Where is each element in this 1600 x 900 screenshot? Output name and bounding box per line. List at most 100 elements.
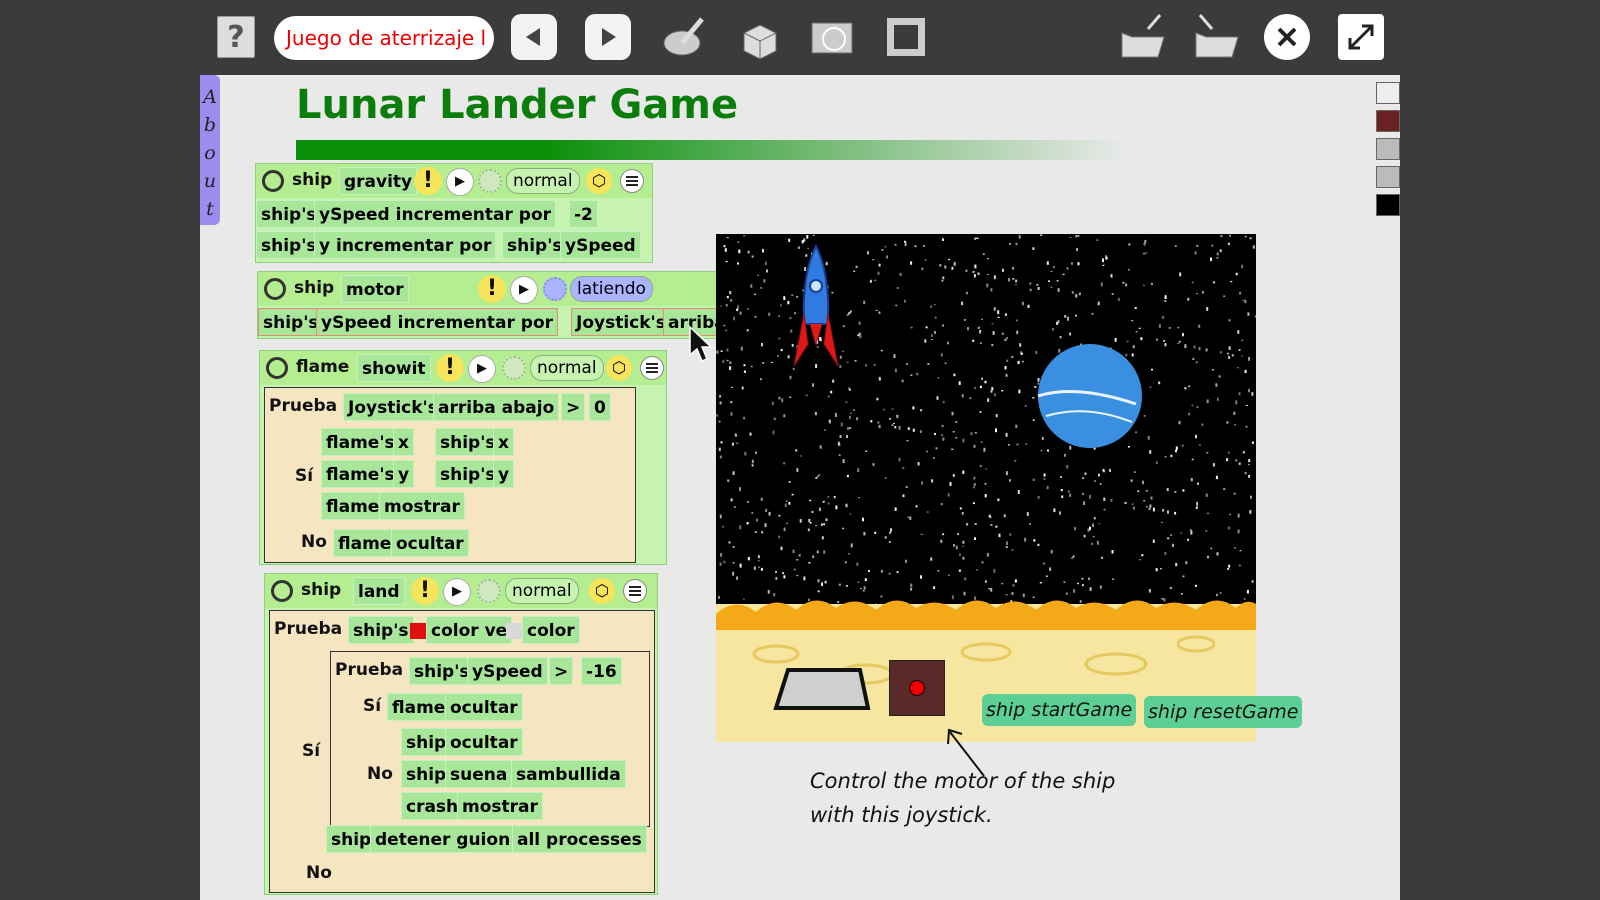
tile-property[interactable]: color [522, 616, 580, 644]
tile-command[interactable]: mostrar [379, 492, 465, 520]
tab-thumbnail[interactable] [1376, 166, 1400, 188]
color-swatch-red[interactable] [410, 623, 426, 639]
tile-object[interactable]: ship's [256, 231, 322, 259]
tile-sound[interactable]: sambullida [511, 760, 626, 788]
joystick-knob[interactable] [909, 680, 925, 696]
tile-object[interactable]: ship's [256, 200, 322, 228]
script-status[interactable]: latiendo [570, 276, 653, 302]
reset-game-button[interactable]: ship resetGame [1144, 696, 1303, 728]
expand-icon[interactable] [1338, 14, 1384, 60]
question-icon[interactable]: ? [217, 16, 255, 58]
script-expand-icon[interactable] [266, 357, 288, 379]
step-icon[interactable]: ▶ [443, 578, 471, 606]
joystick-thumbnail[interactable] [1376, 110, 1400, 132]
script-expand-icon[interactable] [264, 278, 286, 300]
joystick[interactable] [889, 660, 945, 716]
script-gravity[interactable]: ship gravity ! ▶ normal ⬡ ship's ySpeed … [255, 163, 653, 263]
about-flap[interactable]: A b o u t [200, 75, 220, 225]
script-expand-icon[interactable] [262, 170, 284, 192]
forward-icon[interactable] [585, 14, 631, 60]
script-menu-icon[interactable] [623, 579, 647, 603]
project-name-field[interactable]: Juego de aterrizaje l [274, 16, 494, 60]
tile-command[interactable]: suena [445, 760, 513, 788]
tile-object[interactable]: ship [326, 825, 377, 853]
start-game-button[interactable]: ship startGame [982, 694, 1137, 726]
tile-object[interactable]: ship's [435, 460, 501, 488]
close-icon[interactable] [1264, 14, 1310, 60]
tile-property[interactable]: y incrementar por [314, 231, 497, 259]
tile-property[interactable]: arriba abajo [433, 393, 560, 421]
clock-icon[interactable] [543, 277, 567, 301]
tile-value[interactable]: 0 [589, 393, 611, 421]
tile-command[interactable]: ocultar [391, 529, 469, 557]
rocket-thumbnail[interactable] [1376, 82, 1400, 104]
run-once-icon[interactable]: ! [436, 354, 464, 382]
load-project-icon[interactable] [1117, 10, 1167, 62]
object-menu-icon[interactable]: ⬡ [589, 578, 615, 604]
run-once-icon[interactable]: ! [411, 577, 439, 605]
tile-property[interactable]: ySpeed [467, 657, 548, 685]
tile-object[interactable]: flame [387, 693, 451, 721]
step-icon[interactable]: ▶ [446, 168, 474, 196]
script-expand-icon[interactable] [271, 580, 293, 602]
tile-option[interactable]: all processes [512, 825, 647, 853]
script-name[interactable]: gravity [339, 167, 418, 195]
tile-command[interactable]: ocultar [445, 728, 523, 756]
tile-object[interactable]: ship's [258, 308, 324, 336]
tile-command[interactable]: ocultar [445, 693, 523, 721]
script-showit[interactable]: flame showit ! ▶ normal ⬡ Prueba Joystic… [259, 350, 667, 565]
tile-object[interactable]: ship [401, 760, 452, 788]
script-status[interactable]: normal [530, 355, 604, 381]
script-name[interactable]: motor [341, 275, 409, 303]
clock-icon[interactable] [502, 356, 526, 380]
tile-object[interactable]: ship's [502, 231, 568, 259]
tile-property[interactable]: x [393, 428, 414, 456]
step-icon[interactable]: ▶ [510, 276, 538, 304]
tile-property[interactable]: x [493, 428, 514, 456]
object-menu-icon[interactable]: ⬡ [586, 168, 612, 194]
run-once-icon[interactable]: ! [478, 275, 506, 303]
clock-icon[interactable] [477, 579, 501, 603]
stage-thumbnail[interactable] [1376, 194, 1400, 216]
step-icon[interactable]: ▶ [468, 355, 496, 383]
script-menu-icon[interactable] [620, 169, 644, 193]
script-status[interactable]: normal [506, 168, 580, 194]
object-icon[interactable] [733, 12, 783, 62]
world-icon[interactable] [807, 12, 857, 62]
back-icon[interactable] [511, 14, 557, 60]
run-once-icon[interactable]: ! [414, 167, 442, 195]
script-name[interactable]: showit [357, 354, 431, 382]
tile-object[interactable]: flame [333, 529, 397, 557]
save-project-icon[interactable] [1191, 10, 1241, 62]
fullscreen-frame-icon[interactable] [881, 12, 931, 62]
tile-object[interactable]: flame's [321, 460, 400, 488]
tile-property[interactable]: ySpeed incrementar por [314, 200, 557, 228]
tile-object[interactable]: Joystick's [343, 393, 443, 421]
tile-object[interactable]: Joystick's [571, 308, 671, 336]
tile-value[interactable]: -16 [581, 657, 622, 685]
tile-object[interactable]: flame [321, 492, 385, 520]
tile-object[interactable]: ship's [409, 657, 475, 685]
tab-thumbnail[interactable] [1376, 138, 1400, 160]
tile-value[interactable]: -2 [569, 200, 598, 228]
tile-object[interactable]: flame's [321, 428, 400, 456]
rocket-ship[interactable] [793, 243, 839, 367]
tile-object[interactable]: ship's [348, 616, 414, 644]
paint-icon[interactable] [659, 12, 709, 62]
color-swatch-gray[interactable] [506, 623, 522, 639]
script-name[interactable]: land [353, 577, 405, 605]
tile-object[interactable]: ship's [435, 428, 501, 456]
tile-property[interactable]: ySpeed incrementar por [316, 308, 559, 336]
tile-operator[interactable]: > [561, 393, 586, 421]
tile-property[interactable]: y [493, 460, 515, 488]
clock-icon[interactable] [478, 169, 502, 193]
tile-object[interactable]: ship [401, 728, 452, 756]
tile-object[interactable]: crash [401, 792, 464, 820]
tile-operator[interactable]: > [549, 657, 574, 685]
tile-command[interactable]: mostrar [457, 792, 543, 820]
tile-property[interactable]: color ve [426, 616, 513, 644]
script-menu-icon[interactable] [640, 356, 664, 380]
tile-property[interactable]: y [393, 460, 415, 488]
script-land[interactable]: ship land ! ▶ normal ⬡ Prueba ship's col… [264, 573, 658, 895]
object-menu-icon[interactable]: ⬡ [606, 355, 632, 381]
